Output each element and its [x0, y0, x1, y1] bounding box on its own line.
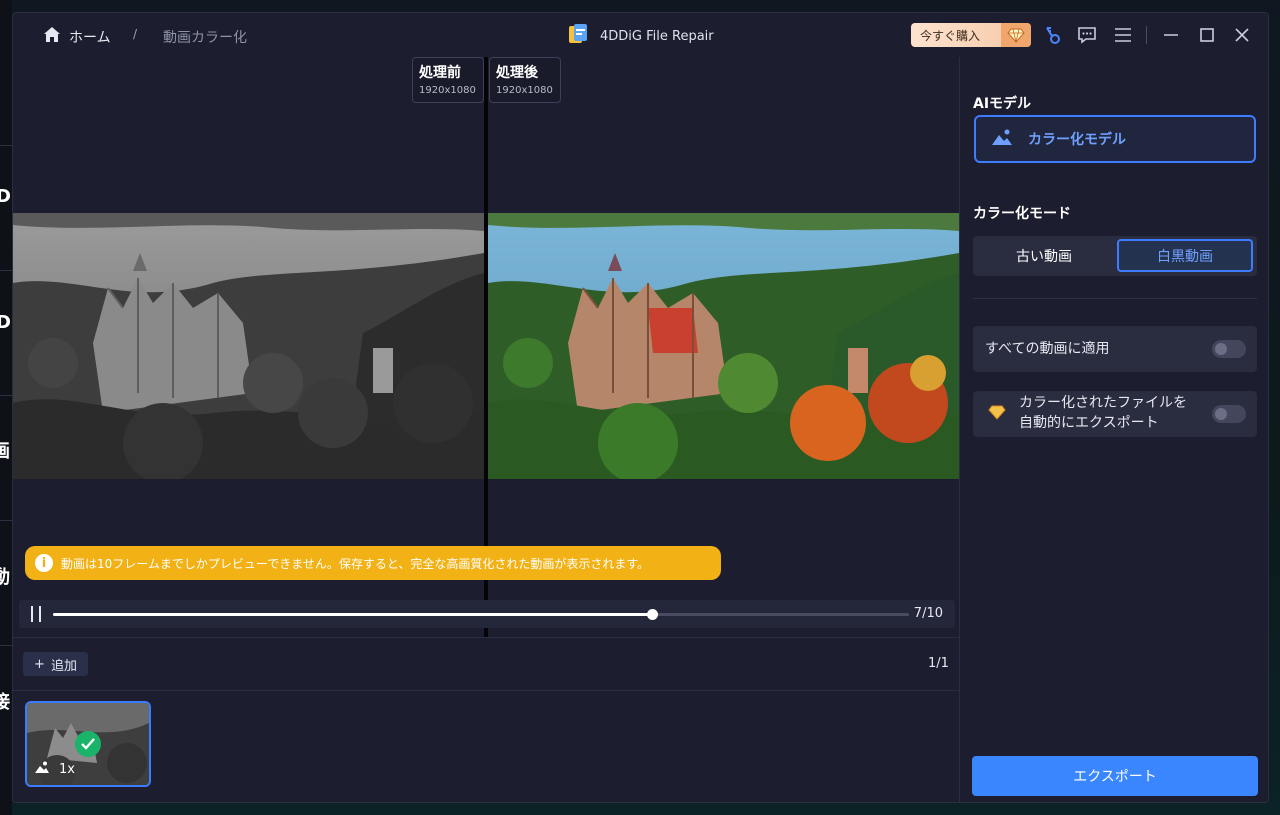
app-title-text: 4DDiG File Repair	[600, 28, 714, 44]
page-counter: 1/1	[928, 656, 949, 671]
playback-bar: 7/10	[19, 600, 955, 628]
home-label: ホーム	[69, 29, 111, 46]
close-icon[interactable]	[1232, 25, 1252, 45]
diamond-icon	[1001, 23, 1031, 47]
notice-text: 動画は10フレームまでしかプレビューできません。保存すると、完全な高画質化された…	[61, 556, 650, 571]
bg-glyph: D	[0, 186, 11, 207]
bg-glyph: 接	[0, 692, 10, 713]
auto-export-setting: カラー化されたファイルを 自動的にエクスポート	[973, 391, 1257, 437]
title-bar: ホーム / 動画カラー化 4DDiG File Repair 今すぐ購入	[13, 13, 1268, 57]
mode-title: カラー化モード	[973, 206, 1071, 222]
bg-divider	[0, 395, 12, 396]
after-image	[488, 213, 959, 479]
check-icon	[75, 731, 101, 757]
home-icon	[43, 26, 61, 47]
after-label: 処理後	[496, 65, 538, 81]
progress-fill	[53, 613, 653, 616]
add-label: 追加	[50, 658, 77, 674]
menu-icon[interactable]	[1113, 25, 1133, 45]
apply-all-toggle[interactable]	[1212, 340, 1246, 358]
landscape-icon	[992, 129, 1012, 149]
app-logo-icon	[568, 23, 588, 49]
divider	[973, 298, 1257, 299]
titlebar-divider	[1146, 26, 1147, 44]
diamond-icon	[988, 405, 1006, 424]
bg-divider	[0, 145, 12, 146]
after-resolution: 1920x1080	[496, 85, 553, 96]
after-tag: 処理後 1920x1080	[489, 57, 561, 103]
bg-divider	[0, 520, 12, 521]
bg-glyph: 動	[0, 567, 10, 588]
frame-counter: 7/10	[913, 606, 943, 621]
feedback-icon[interactable]	[1077, 25, 1097, 45]
speed-label: 1x	[59, 761, 75, 777]
before-label: 処理前	[419, 65, 461, 81]
bg-divider	[0, 645, 12, 646]
before-tag: 処理前 1920x1080	[412, 57, 484, 103]
buy-now-button[interactable]: 今すぐ購入	[911, 23, 1031, 47]
divider	[13, 690, 959, 691]
maximize-icon[interactable]	[1197, 25, 1217, 45]
plus-icon: +	[34, 656, 45, 672]
bg-divider	[0, 270, 12, 271]
key-icon[interactable]	[1043, 25, 1063, 45]
background-app-strip: D D 画 動 接	[0, 0, 12, 815]
model-label: カラー化モデル	[1028, 132, 1126, 148]
pause-icon[interactable]	[29, 606, 43, 622]
apply-all-label: すべての動画に適用	[985, 341, 1110, 357]
progress-knob[interactable]	[647, 609, 659, 620]
auto-export-label-line1: カラー化されたファイルを	[1019, 395, 1187, 411]
image-icon	[35, 761, 49, 777]
minimize-icon[interactable]	[1161, 25, 1181, 45]
preview-area: 処理前 1920x1080 処理後 1920x1080 i 動画は10フレームま…	[13, 57, 959, 637]
mode-toggle-group: 古い動画 白黒動画	[973, 236, 1257, 276]
export-button[interactable]: エクスポート	[972, 756, 1258, 796]
auto-export-label-line2: 自動的にエクスポート	[1019, 415, 1159, 431]
auto-export-toggle[interactable]	[1212, 405, 1246, 423]
progress-track[interactable]	[53, 609, 909, 620]
before-resolution: 1920x1080	[419, 85, 476, 96]
mode-bw-video[interactable]: 白黒動画	[1117, 239, 1253, 272]
app-window: ホーム / 動画カラー化 4DDiG File Repair 今すぐ購入 処理前…	[12, 12, 1269, 803]
ai-model-title: AIモデル	[973, 96, 1032, 112]
breadcrumb-current: 動画カラー化	[163, 30, 247, 46]
divider	[13, 637, 959, 638]
add-button[interactable]: + 追加	[23, 652, 88, 676]
bg-glyph: 画	[0, 441, 10, 462]
mode-old-video[interactable]: 古い動画	[976, 239, 1112, 272]
apply-all-setting: すべての動画に適用	[973, 326, 1257, 372]
info-icon: i	[35, 554, 53, 572]
bg-glyph: D	[0, 312, 11, 333]
breadcrumb-separator: /	[133, 27, 138, 41]
home-link[interactable]: ホーム	[43, 26, 111, 47]
colorize-model-button[interactable]: カラー化モデル	[974, 115, 1256, 163]
before-image	[13, 213, 484, 479]
buy-now-label: 今すぐ購入	[920, 28, 981, 43]
video-thumbnail[interactable]: 1x	[25, 701, 151, 787]
app-title: 4DDiG File Repair	[568, 23, 714, 49]
thumbnail-info: 1x	[35, 761, 75, 777]
preview-notice: i 動画は10フレームまでしかプレビューできません。保存すると、完全な高画質化さ…	[25, 546, 721, 580]
settings-panel: AIモデル カラー化モデル カラー化モード 古い動画 白黒動画 すべての動画に適…	[959, 57, 1268, 802]
